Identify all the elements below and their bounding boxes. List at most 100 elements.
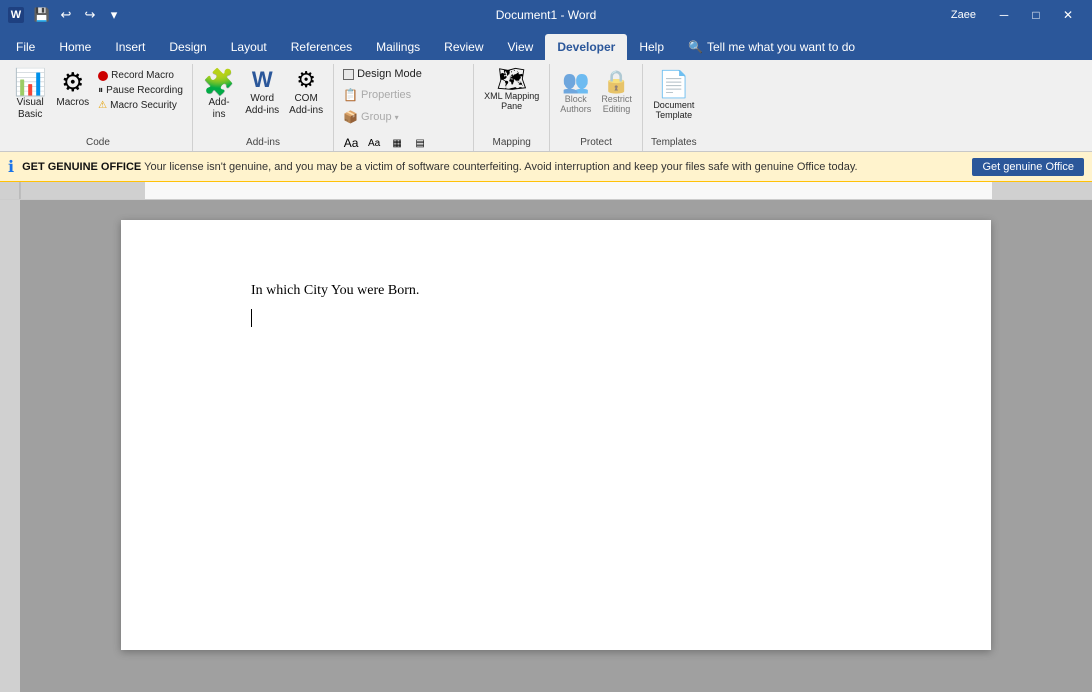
word-addins-label: Word Add-ins (245, 93, 279, 117)
ribbon-group-code: 📊 Visual Basic ⚙ Macros Record Macro ⏸ (4, 64, 193, 151)
group-button[interactable]: 📦 Group ▾ (340, 108, 402, 126)
document-scroll-area[interactable]: In which City You were Born. (20, 200, 1092, 692)
xml-mapping-icon: 🗺 (496, 68, 526, 92)
pause-icon: ⏸ (98, 85, 103, 96)
document-title: Document1 - Word (496, 8, 596, 22)
tab-insert[interactable]: Insert (103, 34, 157, 60)
app-window: W 💾 ↩ ↪ ▾ Document1 - Word Zaee ─ □ ✕ Fi… (0, 0, 1092, 692)
record-icon (98, 71, 108, 81)
restore-button[interactable]: □ (1020, 0, 1052, 30)
ruler-svg (20, 182, 1092, 199)
tab-mailings[interactable]: Mailings (364, 34, 432, 60)
addins-label: Add- ins (209, 97, 230, 121)
record-macro-label: Record Macro (111, 70, 174, 81)
macros-button[interactable]: ⚙ Macros (52, 66, 93, 112)
ribbon-group-addins: 🧩 Add- ins W Word Add-ins ⚙ COM Add-ins … (193, 64, 334, 151)
tab-view[interactable]: View (496, 34, 546, 60)
ruler-container (0, 182, 1092, 200)
xml-mapping-label: XML Mapping Pane (484, 92, 539, 112)
ctrl-btn-1[interactable]: Aa (340, 132, 362, 154)
group-icon: 📦 (343, 110, 358, 124)
properties-button[interactable]: 📋 Properties (340, 86, 414, 104)
tab-home[interactable]: Home (47, 34, 103, 60)
get-genuine-office-button[interactable]: Get genuine Office (972, 158, 1084, 176)
design-mode-label: Design Mode (357, 68, 422, 80)
group-row: 📦 Group ▾ (340, 108, 402, 126)
macros-icon: ⚙ (61, 69, 84, 95)
ribbon-group-protect: 👥 Block Authors 🔒 Restrict Editing Prote… (550, 64, 643, 151)
block-authors-button[interactable]: 👥 Block Authors (556, 66, 595, 118)
templates-group-content: 📄 Document Template (649, 66, 699, 135)
restrict-editing-icon: 🔒 (603, 69, 630, 95)
design-mode-row: Design Mode (340, 66, 425, 82)
add-ins-button[interactable]: 🧩 Add- ins (199, 66, 239, 124)
document-content[interactable]: In which City You were Born. (251, 280, 911, 327)
properties-row: 📋 Properties (340, 86, 414, 104)
tab-file[interactable]: File (4, 34, 47, 60)
ribbon-content: 📊 Visual Basic ⚙ Macros Record Macro ⏸ (0, 60, 1092, 152)
word-addins-icon: W (252, 69, 273, 91)
tab-review[interactable]: Review (432, 34, 495, 60)
minimize-button[interactable]: ─ (988, 0, 1020, 30)
tab-developer[interactable]: Developer (545, 34, 627, 60)
code-group-content: 📊 Visual Basic ⚙ Macros Record Macro ⏸ (10, 66, 186, 135)
macro-options-col: Record Macro ⏸ Pause Recording ⚠ Macro S… (95, 66, 186, 113)
record-macro-button[interactable]: Record Macro (95, 68, 186, 83)
ribbon-group-controls: Design Mode 📋 Properties 📦 Group ▾ (334, 64, 474, 151)
restrict-editing-label: Restrict Editing (601, 95, 632, 115)
redo-button[interactable]: ↪ (80, 5, 100, 25)
addins-group-label: Add-ins (199, 135, 327, 151)
notification-text: GET GENUINE OFFICE Your license isn't ge… (22, 161, 964, 173)
vertical-ruler (0, 200, 20, 692)
quick-access-toolbar: 💾 ↩ ↪ ▾ (32, 5, 124, 25)
document-template-button[interactable]: 📄 Document Template (649, 66, 699, 123)
ctrl-btn-3[interactable]: ▦ (386, 132, 408, 154)
ruler-main (20, 182, 1092, 199)
tab-design[interactable]: Design (157, 34, 218, 60)
com-add-ins-button[interactable]: ⚙ COM Add-ins (285, 66, 327, 120)
word-add-ins-button[interactable]: W Word Add-ins (241, 66, 283, 120)
tab-references[interactable]: References (279, 34, 364, 60)
mapping-group-label: Mapping (480, 135, 543, 151)
save-button[interactable]: 💾 (32, 5, 52, 25)
doc-template-icon: 📄 (658, 69, 690, 100)
visual-basic-button[interactable]: 📊 Visual Basic (10, 66, 50, 124)
block-authors-label: Block Authors (560, 95, 591, 115)
title-bar-left: W 💾 ↩ ↪ ▾ (8, 5, 124, 25)
block-authors-icon: 👥 (562, 69, 589, 95)
properties-label: Properties (361, 89, 411, 101)
visual-basic-icon: 📊 (14, 69, 46, 95)
macro-security-button[interactable]: ⚠ Macro Security (95, 98, 186, 113)
undo-button[interactable]: ↩ (56, 5, 76, 25)
tab-help[interactable]: Help (627, 34, 676, 60)
ribbon-tabs: File Home Insert Design Layout Reference… (0, 30, 1092, 60)
security-icon: ⚠ (98, 100, 107, 111)
customize-quick-access-button[interactable]: ▾ (104, 5, 124, 25)
ctrl-btn-2[interactable]: Aa (363, 132, 385, 154)
notification-brand: GET GENUINE OFFICE (22, 161, 141, 173)
tell-me-label: Tell me what you want to do (707, 40, 855, 54)
xml-mapping-pane-button[interactable]: 🗺 XML Mapping Pane (480, 66, 543, 114)
notification-icon: ℹ (8, 157, 14, 177)
templates-group-label: Templates (649, 135, 699, 151)
properties-icon: 📋 (343, 88, 358, 102)
restrict-editing-button[interactable]: 🔒 Restrict Editing (597, 66, 636, 118)
addins-icon: 🧩 (203, 69, 235, 95)
user-name: Zaee (951, 9, 976, 21)
tab-layout[interactable]: Layout (219, 34, 279, 60)
ctrl-btn-4[interactable]: ▤ (409, 132, 431, 154)
title-bar: W 💾 ↩ ↪ ▾ Document1 - Word Zaee ─ □ ✕ (0, 0, 1092, 30)
design-mode-button[interactable]: Design Mode (340, 66, 425, 82)
addins-group-content: 🧩 Add- ins W Word Add-ins ⚙ COM Add-ins (199, 66, 327, 135)
document-line-1: In which City You were Born. (251, 280, 911, 301)
tell-me-search[interactable]: 🔍 Tell me what you want to do (676, 34, 867, 60)
close-button[interactable]: ✕ (1052, 0, 1084, 30)
ribbon-group-mapping: 🗺 XML Mapping Pane Mapping (474, 64, 550, 151)
protect-group-label: Protect (556, 135, 636, 151)
pause-recording-label: Pause Recording (106, 85, 183, 96)
notification-message: Your license isn't genuine, and you may … (141, 161, 857, 173)
word-icon: W (8, 7, 24, 23)
text-cursor (251, 309, 911, 327)
protect-group-content: 👥 Block Authors 🔒 Restrict Editing (556, 66, 636, 135)
pause-recording-button[interactable]: ⏸ Pause Recording (95, 83, 186, 98)
